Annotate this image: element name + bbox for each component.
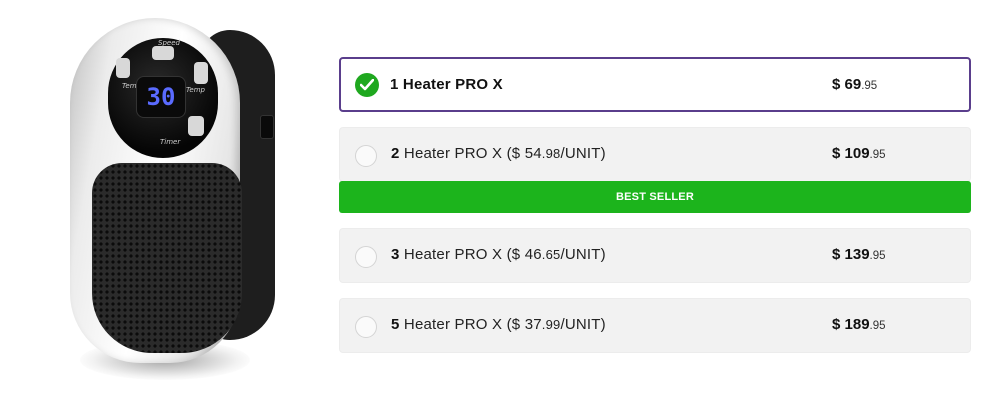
option-qty: 5: [391, 316, 400, 333]
price-main: $ 139: [832, 246, 870, 263]
unit-suffix: /UNIT): [560, 145, 606, 162]
panel-button-temp-down: [116, 58, 130, 78]
panel-label-temp-right: Temp: [186, 86, 205, 94]
heater-control-panel: Speed Temp Temp Timer 30: [108, 38, 218, 158]
unit-prefix: ($: [506, 246, 525, 263]
unit-price-cents: .65: [541, 247, 561, 262]
unit-price-main: 54: [524, 145, 542, 162]
best-seller-badge: BEST SELLER: [339, 181, 971, 213]
unit-suffix: /UNIT): [560, 246, 606, 263]
option-label: 3 Heater PRO X ($ 46.65/UNIT): [391, 229, 606, 280]
panel-button-timer: [188, 116, 204, 136]
option-name: Heater PRO X: [403, 145, 503, 162]
option-label: 5 Heater PRO X ($ 37.99/UNIT): [391, 299, 606, 350]
panel-button-temp-up: [194, 62, 208, 84]
price-main: $ 189: [832, 316, 870, 333]
price-main: $ 69: [832, 76, 862, 93]
option-label: 2 Heater PRO X ($ 54.98/UNIT): [391, 128, 606, 179]
unit-price-cents: .99: [541, 317, 561, 332]
panel-label-timer: Timer: [160, 138, 181, 146]
option-1-unit[interactable]: 1 Heater PRO X $ 69.95: [339, 57, 971, 112]
heater-power-switch: [260, 115, 274, 139]
panel-label-speed: Speed: [158, 39, 180, 47]
temperature-display: 30: [136, 76, 186, 118]
option-2-units[interactable]: 2 Heater PRO X ($ 54.98/UNIT) $ 109.95: [339, 127, 971, 182]
product-image: Speed Temp Temp Timer 30: [60, 10, 300, 390]
radio-button[interactable]: [355, 246, 377, 268]
option-name: Heater PRO X: [402, 76, 503, 93]
option-qty: 3: [391, 246, 400, 263]
unit-prefix: ($: [506, 316, 525, 333]
heater-body: Speed Temp Temp Timer 30: [70, 18, 242, 363]
radio-button[interactable]: [355, 316, 377, 338]
price-cents: .95: [869, 250, 886, 262]
radio-button[interactable]: [355, 145, 377, 167]
option-price: $ 189.95: [832, 299, 886, 350]
price-cents: .95: [869, 320, 886, 332]
option-5-units[interactable]: 5 Heater PRO X ($ 37.99/UNIT) $ 189.95: [339, 298, 971, 353]
unit-suffix: /UNIT): [560, 316, 606, 333]
unit-price-main: 37: [524, 316, 542, 333]
option-label: 1 Heater PRO X: [390, 59, 503, 110]
option-price: $ 139.95: [832, 229, 886, 280]
option-3-units[interactable]: 3 Heater PRO X ($ 46.65/UNIT) $ 139.95: [339, 228, 971, 283]
option-price: $ 109.95: [832, 128, 886, 179]
price-cents: .95: [869, 149, 886, 161]
option-name: Heater PRO X: [403, 316, 503, 333]
unit-price-main: 46: [524, 246, 542, 263]
option-price: $ 69.95: [832, 59, 877, 110]
price-main: $ 109: [832, 145, 870, 162]
option-name: Heater PRO X: [403, 246, 503, 263]
option-qty: 1: [390, 76, 399, 93]
checkmark-icon: [355, 73, 379, 97]
heater-grille: [92, 163, 242, 353]
unit-price-cents: .98: [541, 146, 561, 161]
option-qty: 2: [391, 145, 400, 162]
price-cents: .95: [861, 80, 878, 92]
panel-button-speed: [152, 46, 174, 60]
unit-prefix: ($: [506, 145, 525, 162]
